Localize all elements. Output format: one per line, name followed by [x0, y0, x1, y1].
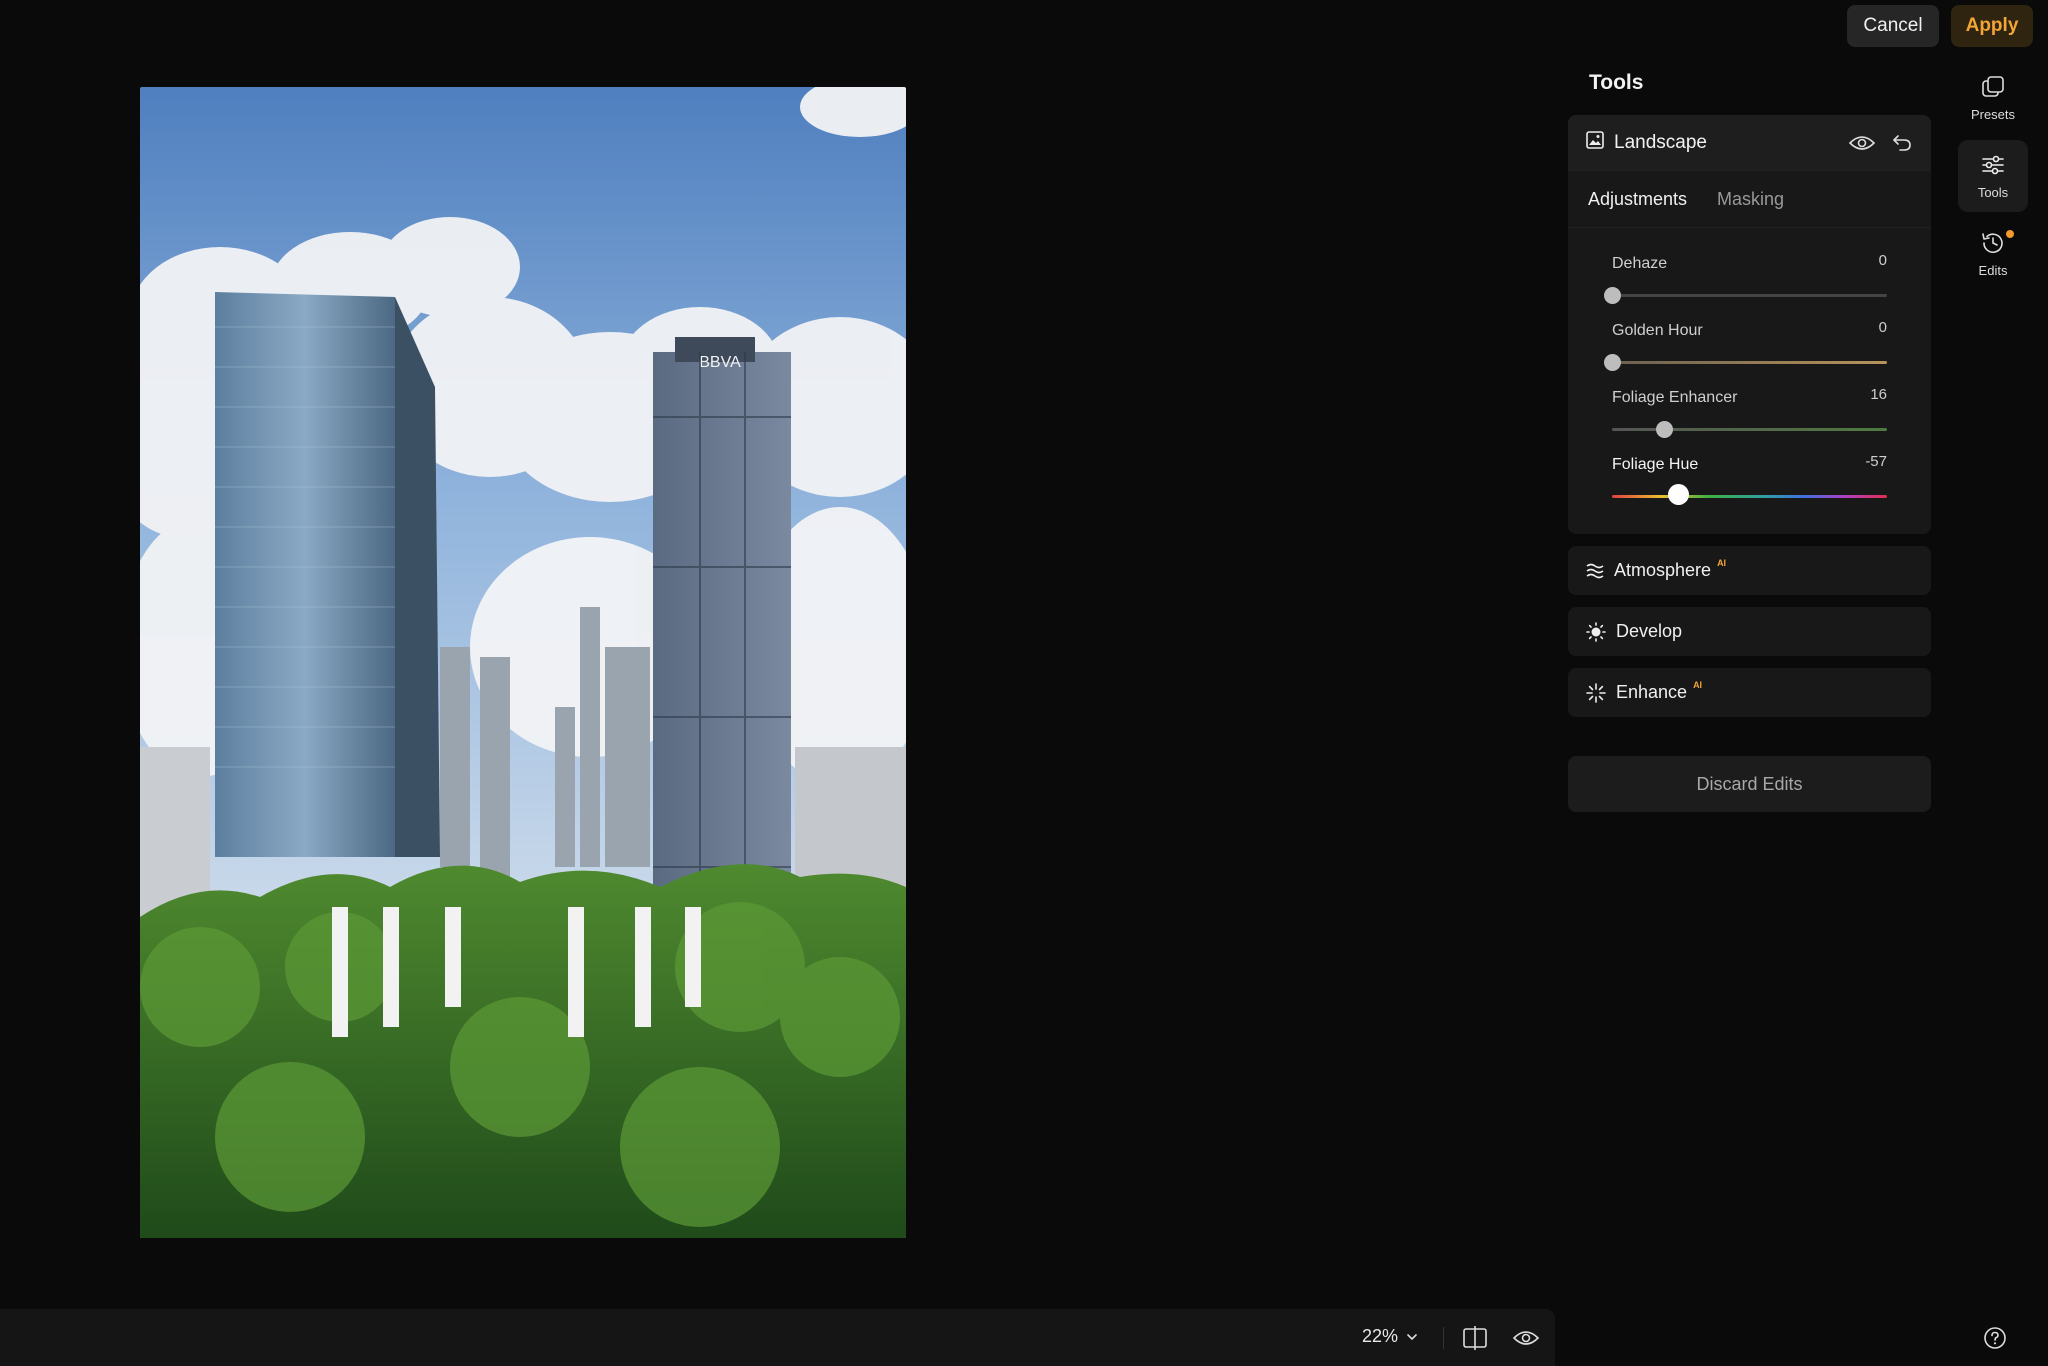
rail-label: Tools	[1977, 185, 2009, 200]
rail-tools[interactable]: Tools	[1958, 140, 2028, 212]
section-label: Atmosphere	[1614, 560, 1712, 580]
photo-image: BBVA	[140, 87, 906, 1238]
slider-label: Foliage Enhancer	[1612, 389, 1738, 406]
slider-value: 0	[1878, 252, 1887, 269]
help-icon[interactable]	[1983, 1326, 2007, 1350]
compare-icon[interactable]	[1461, 1324, 1489, 1352]
slider-foliage-hue: Foliage Hue -57	[1612, 434, 1887, 505]
rail-edits[interactable]: Edits	[1958, 218, 2028, 290]
ai-badge: AI	[1717, 557, 1727, 568]
presets-icon	[1982, 76, 2004, 97]
landscape-card: Landscape Adjustments Masking Dehaze 0 G…	[1568, 115, 1931, 534]
cancel-button[interactable]: Cancel	[1847, 5, 1939, 47]
slider-track[interactable]	[1612, 428, 1887, 431]
preview-eye-icon[interactable]	[1512, 1324, 1540, 1352]
waves-icon	[1586, 563, 1604, 578]
slider-value: -57	[1865, 453, 1887, 470]
ai-badge: AI	[1693, 679, 1703, 690]
slider-track[interactable]	[1612, 294, 1887, 297]
sliders-icon	[1982, 155, 2004, 175]
slider-dehaze: Dehaze 0	[1604, 233, 1887, 304]
svg-text:BBVA: BBVA	[699, 354, 741, 371]
canvas-area: BBVA	[0, 0, 1555, 1310]
slider-label: Golden Hour	[1612, 322, 1703, 339]
apply-button[interactable]: Apply	[1951, 5, 2033, 47]
tab-adjustments[interactable]: Adjustments	[1588, 189, 1687, 210]
tab-masking[interactable]: Masking	[1717, 189, 1784, 210]
image-icon	[1586, 131, 1604, 154]
section-label: Enhance	[1616, 682, 1688, 702]
rail-label: Edits	[1978, 263, 2008, 278]
panel-title: Tools	[1589, 71, 1644, 94]
chevron-down-icon	[1407, 1333, 1417, 1340]
sparkle-icon	[1586, 682, 1606, 703]
slider-track[interactable]	[1612, 495, 1887, 498]
toolbar-divider	[1443, 1327, 1444, 1349]
zoom-dropdown[interactable]: 22%	[1362, 1326, 1418, 1347]
slider-track[interactable]	[1612, 361, 1887, 364]
slider-thumb[interactable]	[1668, 484, 1689, 505]
slider-foliage-enhancer: Foliage Enhancer 16	[1612, 367, 1887, 438]
section-atmosphere[interactable]: Atmosphere AI	[1568, 546, 1931, 595]
slider-value: 0	[1878, 319, 1887, 336]
photo-preview[interactable]: BBVA	[140, 87, 906, 1238]
edits-indicator-dot	[2006, 230, 2014, 238]
section-develop[interactable]: Develop	[1568, 607, 1931, 656]
history-icon	[1982, 233, 2003, 253]
section-label: Develop	[1616, 621, 1683, 641]
landscape-header[interactable]: Landscape	[1568, 115, 1931, 171]
slider-value: 16	[1870, 386, 1887, 403]
sun-icon	[1586, 621, 1606, 642]
rail-label: Presets	[1970, 107, 2016, 122]
landscape-tabs: Adjustments Masking	[1568, 171, 1931, 228]
undo-icon[interactable]	[1889, 130, 1915, 156]
discard-edits-button[interactable]: Discard Edits	[1568, 756, 1931, 812]
slider-golden-hour: Golden Hour 0	[1604, 300, 1887, 371]
slider-label: Foliage Hue	[1612, 456, 1699, 473]
landscape-title: Landscape	[1614, 131, 1707, 153]
zoom-value: 22%	[1362, 1326, 1399, 1346]
section-enhance[interactable]: Enhance AI	[1568, 668, 1931, 717]
bottom-toolbar	[0, 1309, 1555, 1366]
rail-presets[interactable]: Presets	[1958, 62, 2028, 134]
eye-icon[interactable]	[1849, 130, 1875, 156]
slider-label: Dehaze	[1612, 255, 1668, 272]
